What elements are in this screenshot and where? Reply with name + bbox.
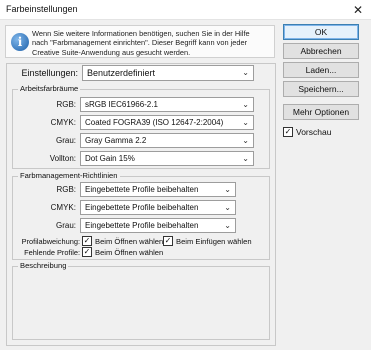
window-title: Farbeinstellungen <box>6 4 78 14</box>
policy-gray-value: Eingebettete Profile beibehalten <box>85 221 199 230</box>
ws-rgb-value: sRGB IEC61966-2.1 <box>85 100 158 109</box>
ws-gray-label: Grau: <box>55 136 76 145</box>
policy-cmyk-select[interactable]: Eingebettete Profile beibehalten ⌄ <box>80 200 236 215</box>
chevron-down-icon: ⌄ <box>242 118 249 127</box>
mismatch-paste-label: Beim Einfügen wählen <box>176 237 252 246</box>
chevron-down-icon: ⌄ <box>224 185 231 194</box>
close-button[interactable]: ✕ <box>347 1 369 19</box>
policy-cmyk-label: CMYK: <box>50 203 76 212</box>
more-options-button[interactable]: Mehr Optionen <box>283 104 359 120</box>
ws-rgb-label: RGB: <box>56 100 76 109</box>
ws-cmyk-label: CMYK: <box>50 118 76 127</box>
policy-rgb-label: RGB: <box>56 185 76 194</box>
ws-gray-value: Gray Gamma 2.2 <box>85 136 147 145</box>
policy-rgb-value: Eingebettete Profile beibehalten <box>85 185 199 194</box>
info-line-1: Wenn Sie weitere Informationen benötigen… <box>32 29 250 38</box>
save-button[interactable]: Speichern... <box>283 81 359 97</box>
policy-gray-label: Grau: <box>55 221 76 230</box>
settings-select[interactable]: Benutzerdefiniert ⌄ <box>82 65 254 81</box>
mismatch-paste-checkbox[interactable]: ✓ <box>163 236 173 246</box>
cancel-button[interactable]: Abbrechen <box>283 43 359 59</box>
info-line-2: nach "Farbmanagement einrichten". Dieser… <box>32 38 248 48</box>
description-title: Beschreibung <box>18 261 69 270</box>
ws-gray-select[interactable]: Gray Gamma 2.2 ⌄ <box>80 133 254 148</box>
missing-profiles-label: Fehlende Profile: <box>24 248 80 257</box>
info-line-3: Creative Suite-Anwendung aus gesucht wer… <box>32 47 191 57</box>
mismatch-label: Profilabweichung: <box>21 237 80 246</box>
policy-cmyk-value: Eingebettete Profile beibehalten <box>85 203 199 212</box>
policies-title: Farbmanagement-Richtlinien <box>18 171 120 180</box>
missing-open-label: Beim Öffnen wählen <box>95 248 164 257</box>
description-group <box>12 266 270 340</box>
preview-checkbox[interactable]: ✓ <box>283 127 293 137</box>
ws-cmyk-select[interactable]: Coated FOGRA39 (ISO 12647-2:2004) ⌄ <box>80 115 254 130</box>
chevron-down-icon: ⌄ <box>242 136 249 145</box>
ws-spot-label: Vollton: <box>49 154 76 163</box>
ws-rgb-select[interactable]: sRGB IEC61966-2.1 ⌄ <box>80 97 254 112</box>
ok-button[interactable]: OK <box>283 24 359 40</box>
info-icon: i <box>11 33 29 51</box>
info-box: i Wenn Sie weitere Informationen benötig… <box>5 25 275 58</box>
ws-cmyk-value: Coated FOGRA39 (ISO 12647-2:2004) <box>85 118 224 127</box>
chevron-down-icon: ⌄ <box>224 203 231 212</box>
ws-spot-select[interactable]: Dot Gain 15% ⌄ <box>80 151 254 166</box>
chevron-down-icon: ⌄ <box>224 221 231 230</box>
settings-label: Einstellungen: <box>21 68 78 78</box>
policy-gray-select[interactable]: Eingebettete Profile beibehalten ⌄ <box>80 218 236 233</box>
mismatch-open-label: Beim Öffnen wählen <box>95 237 164 246</box>
chevron-down-icon: ⌄ <box>242 154 249 163</box>
info-text: Wenn Sie weitere Informationen benötigen… <box>32 29 272 57</box>
ws-spot-value: Dot Gain 15% <box>85 154 135 163</box>
chevron-down-icon: ⌄ <box>242 68 249 77</box>
missing-open-checkbox[interactable]: ✓ <box>82 247 92 257</box>
policy-rgb-select[interactable]: Eingebettete Profile beibehalten ⌄ <box>80 182 236 197</box>
mismatch-open-checkbox[interactable]: ✓ <box>82 236 92 246</box>
settings-value: Benutzerdefiniert <box>87 68 156 78</box>
preview-label: Vorschau <box>296 127 332 137</box>
load-button[interactable]: Laden... <box>283 62 359 78</box>
chevron-down-icon: ⌄ <box>242 100 249 109</box>
working-spaces-title: Arbeitsfarbräume <box>18 84 81 93</box>
